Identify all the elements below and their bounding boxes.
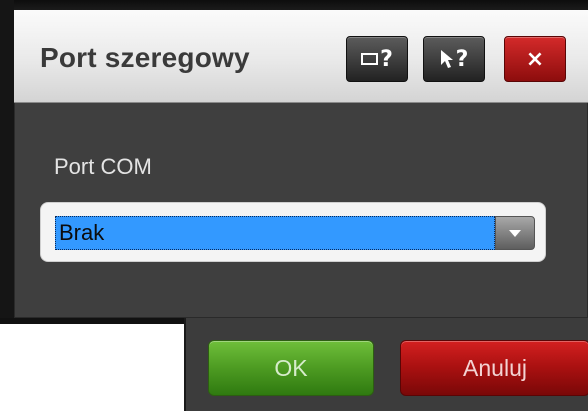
close-icon: × xyxy=(525,46,545,72)
window-icon xyxy=(361,53,379,65)
pointer-icon xyxy=(440,50,453,68)
background-frame-edge xyxy=(0,318,184,324)
pointer-help-button[interactable]: ? xyxy=(423,36,485,82)
port-com-selected-value[interactable]: Brak xyxy=(55,216,495,250)
screen: Port szeregowy ? ? × Port COM Brak OK An… xyxy=(0,0,588,411)
close-button[interactable]: × xyxy=(504,36,566,82)
dialog-title: Port szeregowy xyxy=(40,42,250,73)
port-com-label: Port COM xyxy=(54,154,152,179)
port-com-select[interactable]: Brak xyxy=(41,203,545,261)
window-help-button[interactable]: ? xyxy=(346,36,408,82)
chevron-down-icon xyxy=(509,229,521,237)
question-mark-icon: ? xyxy=(380,46,393,72)
dropdown-arrow-button[interactable] xyxy=(495,216,535,250)
dialog-titlebar[interactable]: Port szeregowy ? ? × xyxy=(14,10,588,103)
question-mark-icon: ? xyxy=(455,46,469,72)
dialog-footer: OK Anuluj xyxy=(184,318,588,411)
ok-button[interactable]: OK xyxy=(208,340,374,396)
serial-port-dialog: Port szeregowy ? ? × Port COM Brak xyxy=(14,10,588,318)
background-frame-left xyxy=(0,0,14,323)
cancel-button[interactable]: Anuluj xyxy=(400,340,588,396)
